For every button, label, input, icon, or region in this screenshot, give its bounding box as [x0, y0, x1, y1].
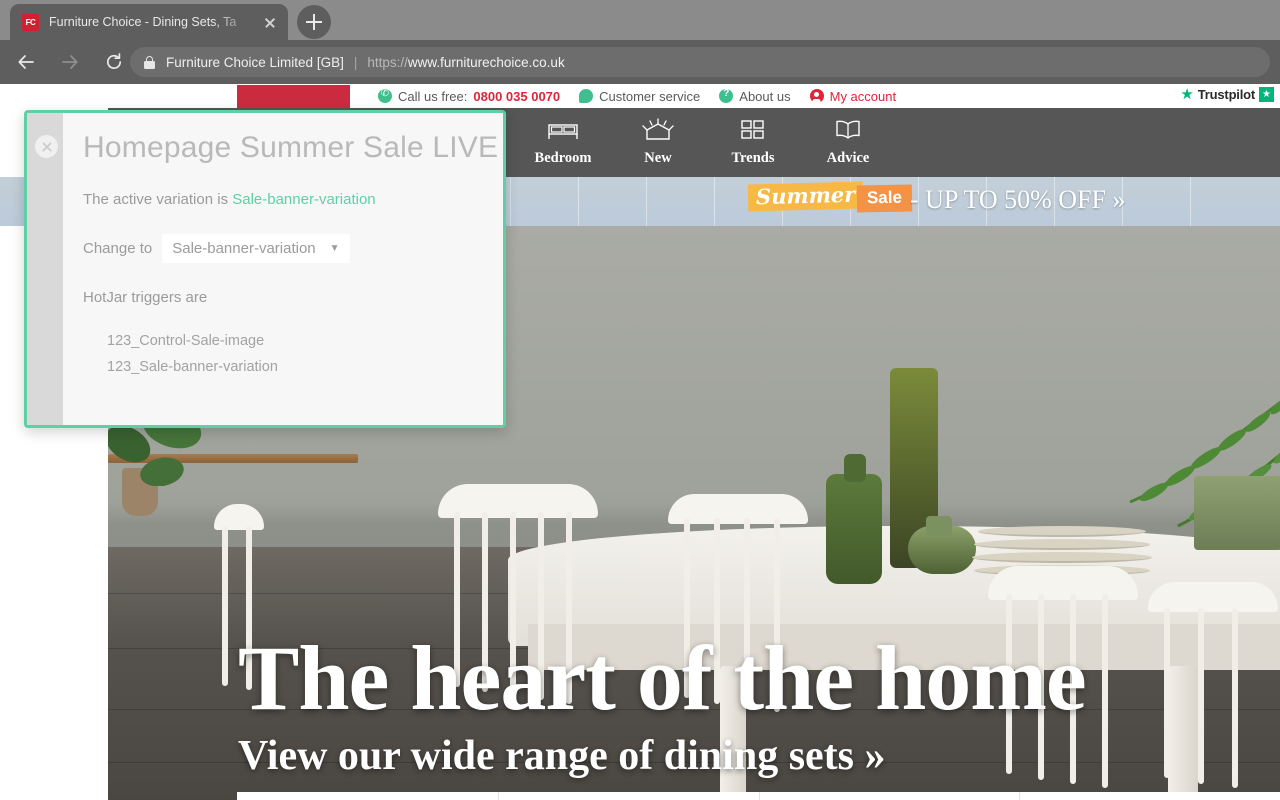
trust-item-since-2005[interactable]: 10 Since 2005 Buy with confidence	[1019, 792, 1280, 800]
close-icon[interactable]	[260, 12, 280, 32]
modal-gutter	[27, 113, 63, 425]
tab-strip: FC Furniture Choice - Dining Sets, Ta	[0, 0, 1280, 40]
star-icon: ★	[1180, 86, 1194, 103]
nav-label: Bedroom	[534, 150, 592, 166]
customer-service-label: Customer service	[599, 88, 701, 104]
change-variation-row: Change to Sale-banner-variation ▼	[83, 234, 503, 263]
variation-select[interactable]: Sale-banner-variation ▼	[162, 234, 350, 263]
list-item: 123_Sale-banner-variation	[107, 359, 278, 376]
sale-label: Sale	[857, 184, 913, 213]
star-icon: ★	[1259, 87, 1274, 102]
fern-pot	[1194, 476, 1280, 550]
call-us-label: Call us free:	[398, 88, 468, 104]
plate-stack	[974, 539, 1150, 550]
bed-icon	[532, 115, 594, 145]
variation-select-value: Sale-banner-variation	[172, 240, 316, 257]
summer-sale-badge: Summer Sale	[747, 181, 913, 213]
phone-number: 0800 035 0070	[473, 88, 561, 104]
chevron-down-icon: ▼	[329, 243, 340, 254]
about-us-label: About us	[739, 88, 791, 104]
close-icon[interactable]	[35, 135, 58, 158]
trust-item-free-returns[interactable]: FC Free returns On all orders »	[497, 792, 759, 800]
question-icon	[719, 88, 734, 103]
grid-icon	[722, 115, 784, 145]
my-account-label: My account	[829, 88, 897, 104]
lock-icon	[144, 55, 155, 69]
change-to-label: Change to	[83, 240, 153, 257]
active-variation-line: The active variation is Sale-banner-vari…	[83, 191, 503, 208]
summer-label: Summer	[747, 181, 864, 212]
forward-arrow-icon	[52, 44, 88, 80]
variation-modal: Homepage Summer Sale LIVE The active var…	[24, 110, 506, 428]
nav-label: Trends	[731, 150, 775, 166]
site-logo[interactable]	[237, 85, 350, 108]
tab-title: Furniture Choice - Dining Sets, Ta	[49, 15, 237, 29]
active-variation-value: Sale-banner-variation	[232, 191, 376, 208]
browser-tab[interactable]: FC Furniture Choice - Dining Sets, Ta	[10, 4, 288, 40]
hero-subheadline[interactable]: View our wide range of dining sets »	[238, 730, 1278, 783]
open-box-icon	[627, 115, 689, 145]
chair-spindle	[222, 526, 228, 686]
new-tab-button[interactable]	[297, 5, 331, 39]
nav-item-bedroom[interactable]: Bedroom	[532, 115, 594, 167]
round-vase-neck	[926, 516, 952, 536]
trust-item-finance[interactable]: £ Finance available Instant decision »	[758, 792, 1020, 800]
ev-certificate-name: Furniture Choice Limited [GB]	[166, 54, 344, 70]
customer-service-item[interactable]: Customer service	[579, 85, 701, 104]
back-arrow-icon[interactable]	[8, 44, 44, 80]
sale-offer-text: - UP TO 50% OFF »	[910, 185, 1126, 214]
hotjar-triggers-label: HotJar triggers are	[83, 289, 208, 306]
browser-window: FC Furniture Choice - Dining Sets, Ta Fu…	[0, 0, 1280, 800]
nav-item-advice[interactable]: Advice	[817, 115, 879, 167]
utility-bar: Call us free: 0800 035 0070 Customer ser…	[0, 84, 1280, 108]
user-icon	[809, 89, 824, 103]
nav-item-trends[interactable]: Trends	[722, 115, 784, 167]
call-us-item[interactable]: Call us free: 0800 035 0070	[378, 88, 561, 104]
trustpilot-label: Trustpilot	[1197, 87, 1255, 102]
address-bar[interactable]: Furniture Choice Limited [GB] | https://…	[130, 47, 1270, 77]
list-item: 123_Control-Sale-image	[107, 333, 265, 349]
trust-item-free-delivery[interactable]: FC Free delivery On all orders »	[237, 792, 498, 800]
nav-label: Advice	[826, 150, 870, 166]
nav-label: New	[644, 150, 672, 166]
url-host: www.furniturechoice.co.uk	[407, 54, 565, 70]
trustpilot-widget[interactable]: ★ Trustpilot ★	[1180, 87, 1274, 102]
phone-icon	[378, 88, 392, 103]
trust-bar: FC Free delivery On all orders »	[237, 792, 1280, 800]
green-vase	[844, 454, 866, 482]
hero-headline: The heart of the home	[238, 627, 1087, 729]
url-scheme: https://	[367, 54, 408, 70]
my-account-item[interactable]: My account	[809, 88, 897, 104]
active-variation-prefix: The active variation is	[83, 191, 233, 208]
book-icon	[817, 115, 879, 145]
hero-copy: The heart of the home View our wide rang…	[238, 632, 1278, 783]
chat-icon	[579, 85, 594, 103]
reload-icon[interactable]	[96, 44, 132, 80]
about-us-item[interactable]: About us	[719, 88, 791, 104]
furniture-choice-favicon: FC	[22, 13, 39, 31]
nav-item-new[interactable]: New	[627, 115, 689, 167]
plate-stack	[972, 552, 1152, 563]
modal-title: Homepage Summer Sale LIVE	[83, 131, 499, 164]
omnibox-separator: |	[353, 54, 358, 70]
hotjar-trigger-list: 123_Control-Sale-image 123_Sale-banner-v…	[83, 328, 503, 380]
dining-chair	[438, 484, 598, 518]
green-vase	[826, 474, 882, 584]
